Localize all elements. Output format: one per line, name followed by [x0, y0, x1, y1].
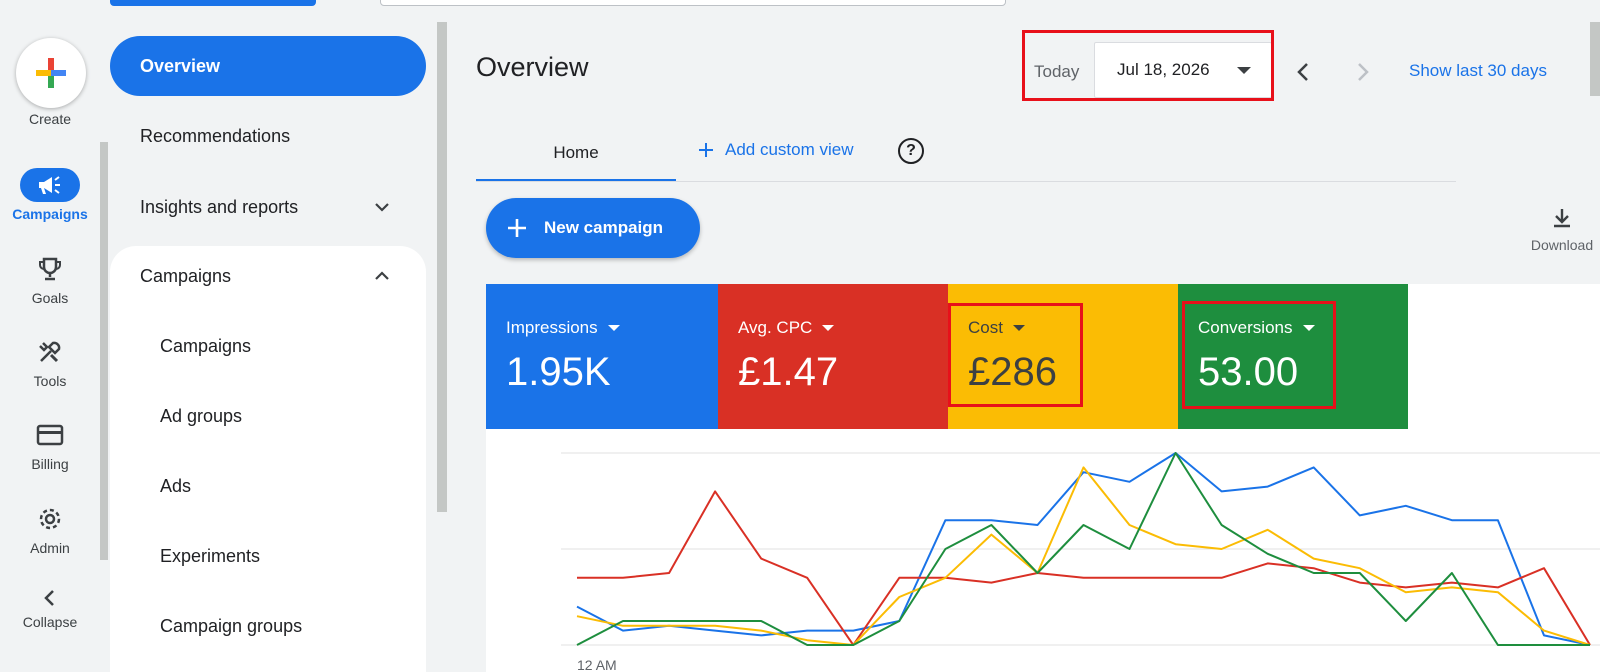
nav-label: Campaigns	[140, 265, 232, 286]
create-button[interactable]	[16, 38, 86, 108]
nav-item-campaigns-group[interactable]: Campaigns	[110, 246, 426, 306]
rail-label: Goals	[31, 290, 69, 306]
nav-label: Overview	[140, 55, 221, 76]
next-day-button[interactable]	[1348, 57, 1378, 87]
chevron-left-icon	[20, 586, 80, 610]
metric-tile-impressions[interactable]: Impressions 1.95K	[486, 284, 718, 429]
dropdown-caret-icon	[607, 325, 620, 331]
download-icon	[1554, 209, 1570, 228]
trophy-icon	[20, 252, 80, 286]
metric-label: Avg. CPC	[738, 318, 813, 337]
rail-label: Collapse	[22, 614, 78, 630]
chart-series-line-3	[576, 466, 1591, 646]
rail-item-tools[interactable]: Tools	[0, 335, 100, 389]
page-scrollbar[interactable]	[1590, 22, 1600, 96]
performance-line-chart	[561, 452, 1600, 646]
plus-icon	[699, 143, 713, 157]
megaphone-icon	[20, 168, 80, 202]
nav-sub-campaign-groups[interactable]: Campaign groups	[110, 596, 426, 656]
nav-sub-ad-groups[interactable]: Ad groups	[110, 386, 426, 446]
rail-item-billing[interactable]: Billing	[0, 418, 100, 472]
help-icon[interactable]: ?	[898, 138, 924, 164]
add-custom-view-label: Add custom view	[725, 140, 854, 159]
new-campaign-button[interactable]: New campaign	[486, 198, 700, 258]
chevron-down-icon	[375, 203, 389, 212]
page-title: Overview	[476, 52, 589, 82]
search-input[interactable]	[380, 0, 1006, 6]
rail-label: Campaigns	[12, 206, 88, 222]
highlight-box-conversions	[1182, 301, 1336, 409]
plus-color-icon	[36, 58, 66, 88]
tab-divider	[476, 181, 1456, 182]
rail-item-goals[interactable]: Goals	[0, 252, 100, 306]
metric-value: 1.95K	[506, 350, 611, 394]
nav-item-recommendations[interactable]: Recommendations	[110, 106, 426, 166]
highlight-box-date	[1022, 30, 1274, 101]
rail-item-campaigns[interactable]: Campaigns	[0, 168, 100, 222]
nav-label: Experiments	[160, 545, 261, 566]
add-custom-view-button[interactable]: Add custom view	[697, 140, 854, 160]
new-campaign-label: New campaign	[544, 218, 664, 237]
tab-label: Home	[553, 142, 599, 162]
rail-label: Billing	[31, 456, 69, 472]
dropdown-caret-icon	[822, 325, 835, 331]
plus-icon	[508, 219, 526, 237]
chevron-right-icon	[1358, 63, 1369, 81]
metric-value: £1.47	[738, 350, 839, 394]
metric-tile-avg-cpc[interactable]: Avg. CPC £1.47	[718, 284, 948, 429]
top-action-button[interactable]	[110, 0, 316, 6]
nav-sub-ads[interactable]: Ads	[110, 456, 426, 516]
chevron-left-icon	[1297, 63, 1308, 81]
show-last-30-days-link[interactable]: Show last 30 days	[1409, 61, 1547, 81]
previous-day-button[interactable]	[1288, 57, 1318, 87]
nav-sub-experiments[interactable]: Experiments	[110, 526, 426, 586]
nav-label: Campaigns	[160, 335, 252, 356]
nav-label: Insights and reports	[140, 196, 299, 217]
credit-card-icon	[20, 418, 80, 452]
rail-item-admin[interactable]: Admin	[0, 502, 100, 556]
download-button[interactable]: Download	[1522, 206, 1600, 253]
download-label: Download	[1530, 237, 1594, 253]
tab-home[interactable]: Home	[476, 126, 676, 182]
nav-label: Recommendations	[140, 125, 291, 146]
nav-item-overview[interactable]: Overview	[110, 36, 426, 96]
nav-item-insights[interactable]: Insights and reports	[110, 177, 426, 237]
chevron-up-icon	[375, 271, 389, 280]
nav-label: Ad groups	[160, 405, 243, 426]
nav-sub-campaigns[interactable]: Campaigns	[110, 316, 426, 376]
rail-scrollbar[interactable]	[100, 142, 108, 560]
highlight-box-cost	[948, 303, 1083, 407]
rail-label: Admin	[30, 540, 70, 556]
rail-label: Tools	[33, 373, 67, 389]
x-tick-label: 12 AM	[577, 657, 617, 672]
tools-icon	[20, 335, 80, 369]
gear-icon	[20, 502, 80, 536]
create-label: Create	[28, 111, 72, 127]
metric-label: Impressions	[506, 318, 598, 337]
nav-label: Campaign groups	[160, 615, 303, 636]
nav-scrollbar[interactable]	[437, 22, 447, 512]
rail-item-collapse[interactable]: Collapse	[0, 586, 100, 630]
nav-label: Ads	[160, 475, 192, 496]
